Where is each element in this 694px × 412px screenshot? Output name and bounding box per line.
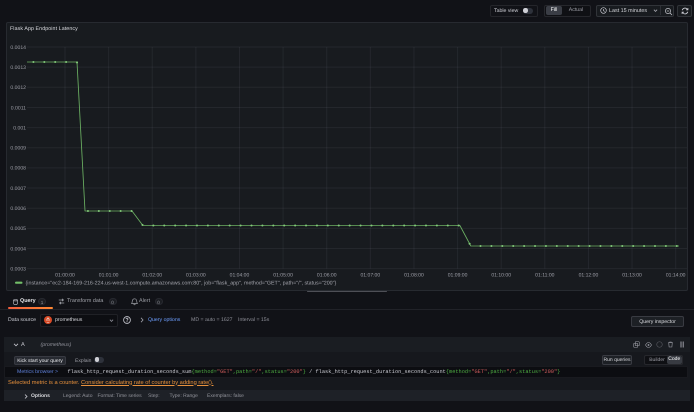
svg-text:0.0005: 0.0005 — [10, 226, 26, 232]
svg-text:01:03:00: 01:03:00 — [186, 272, 206, 278]
svg-text:01:02:00: 01:02:00 — [142, 272, 162, 278]
svg-text:0.0006: 0.0006 — [10, 206, 26, 212]
svg-text:0.0004: 0.0004 — [10, 246, 26, 252]
svg-text:01:14:00: 01:14:00 — [666, 272, 686, 278]
svg-text:01:08:00: 01:08:00 — [404, 272, 424, 278]
svg-text:01:07:00: 01:07:00 — [361, 272, 381, 278]
svg-text:01:00:00: 01:00:00 — [55, 272, 75, 278]
svg-text:0.0013: 0.0013 — [10, 65, 26, 71]
svg-text:0.0011: 0.0011 — [11, 105, 26, 111]
svg-text:0.001: 0.001 — [13, 125, 26, 131]
svg-text:{instance="ec2-184-169-216-224: {instance="ec2-184-169-216-224.us-west-1… — [26, 281, 337, 287]
svg-text:01:11:00: 01:11:00 — [535, 272, 554, 278]
svg-text:0.0012: 0.0012 — [10, 85, 26, 91]
svg-text:01:09:00: 01:09:00 — [448, 272, 468, 278]
svg-text:01:01:00: 01:01:00 — [99, 272, 119, 278]
svg-text:01:04:00: 01:04:00 — [230, 272, 250, 278]
svg-text:0.0007: 0.0007 — [10, 186, 26, 192]
svg-text:0.0014: 0.0014 — [10, 45, 26, 51]
svg-text:0.0008: 0.0008 — [10, 166, 26, 172]
svg-text:01:13:00: 01:13:00 — [622, 272, 642, 278]
svg-text:01:06:00: 01:06:00 — [317, 272, 337, 278]
svg-text:01:10:00: 01:10:00 — [491, 272, 511, 278]
svg-text:0.0009: 0.0009 — [10, 146, 26, 152]
svg-text:01:05:00: 01:05:00 — [273, 272, 293, 278]
svg-text:0.0003: 0.0003 — [10, 266, 26, 272]
svg-text:01:12:00: 01:12:00 — [579, 272, 599, 278]
